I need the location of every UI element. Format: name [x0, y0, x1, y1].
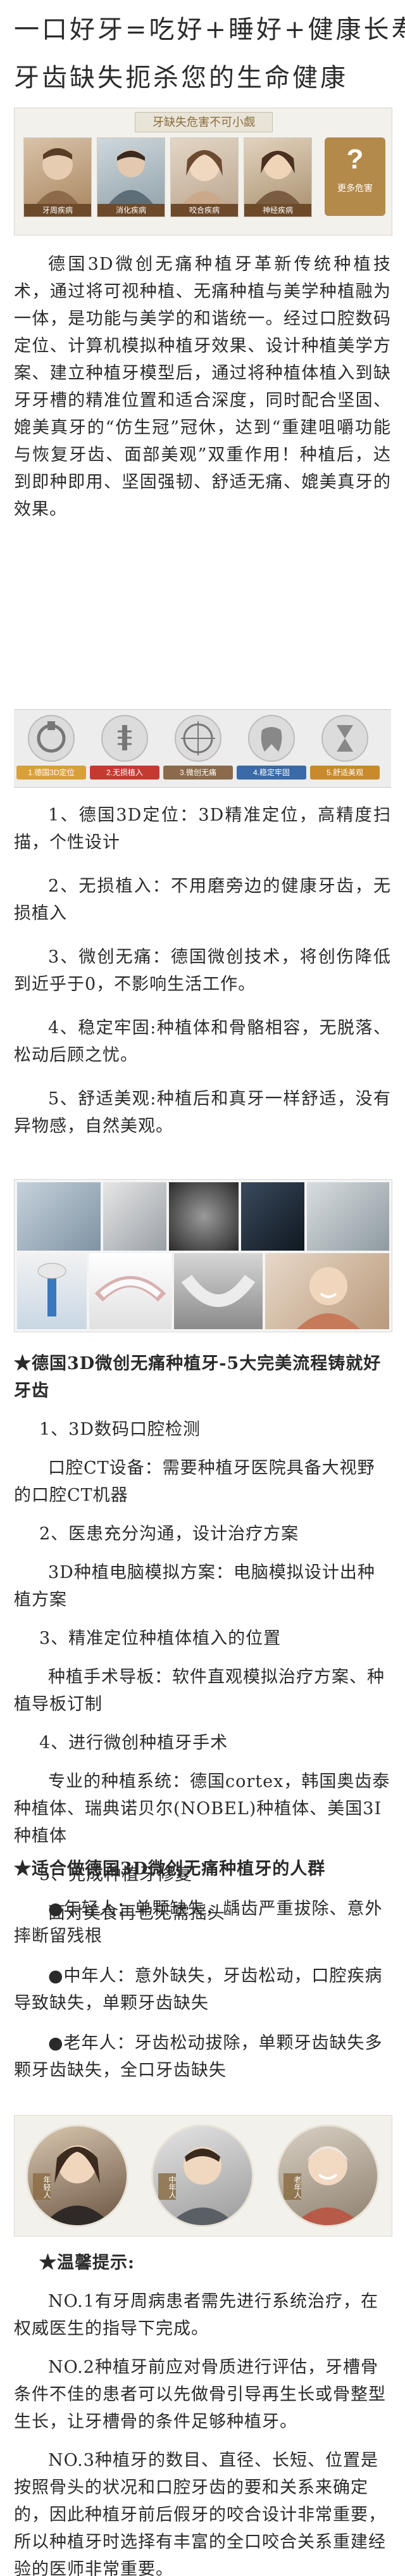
step-label: 4.稳定牢固 [237, 766, 306, 780]
tip-item: NO.2种植牙前应对骨质进行评估，牙槽骨条件不佳的患者可以先做骨引导再生长或骨整… [14, 2358, 386, 2432]
harm-banner: 牙缺失危害不可小觑 牙周疾病 消化疾病 咬合疾病 神经疾病 ? 更多危害 [14, 108, 392, 236]
feature-item: 3、微创无痛：德国微创技术，将创伤降低到近乎于0，不影响生活工作。 [14, 947, 391, 994]
crowd-section: ★适合做德国3D微创无痛种植牙的人群 ●年轻人：单颗缺失，龋齿严重拔除、意外摔断… [14, 1855, 391, 2084]
thumb-occlusion: 咬合疾病 [170, 137, 239, 217]
banner-title: 牙缺失危害不可小觑 [135, 112, 273, 132]
headline-2: 牙齿缺失扼杀您的生命健康 [14, 63, 348, 92]
thumb-periodontal: 牙周疾病 [23, 137, 92, 217]
feature-item: 2、无损植入：不用磨旁边的健康牙齿，无损植入 [14, 876, 391, 923]
photo-middle-aged-person: 中年人 [151, 2125, 254, 2227]
clinic-collage [14, 1179, 392, 1332]
process-step-body: 专业的种植系统：德国cortex，韩国奥齿泰种植体、瑞典诺贝尔(NOBEL)种植… [14, 1772, 390, 1846]
face-pain-icon [37, 148, 78, 204]
photo-implant-model [17, 1253, 87, 1329]
tips-title: ★温馨提示: [39, 2253, 135, 2273]
intro-text: 德国3D微创无痛种植牙革新传统种植技术，通过将可视种植、无痛种植与美学种植融为一… [14, 251, 391, 523]
photo-happy-patient [265, 1253, 389, 1329]
ct-scan-icon [28, 715, 75, 762]
photo-ct-machine [103, 1182, 166, 1251]
tag-young: 年轻人 [33, 2173, 51, 2200]
tag-middle-aged: 中年人 [158, 2173, 177, 2200]
feature-item: 1、德国3D定位：3D精准定位，高精度扫描，个性设计 [14, 805, 391, 852]
process-step-head: 1、3D数码口腔检测 [39, 1420, 201, 1439]
photo-teeth-model [89, 1253, 171, 1329]
person-icon [109, 149, 153, 204]
page: 一口好牙=吃好+睡好+健康长寿 牙齿缺失扼杀您的生命健康 牙缺失危害不可小觑 牙… [0, 0, 405, 2576]
more-harms-button[interactable]: ? 更多危害 [325, 137, 385, 216]
crowd-item: ●中年人：意外缺失，牙齿松动，口腔疾病导致缺失，单颗牙齿缺失 [14, 1966, 383, 2013]
tip-item: NO.3种植牙的数目、直径、长短、位置是按照骨头的状况和口腔牙齿的要和关系来确定… [14, 2451, 386, 2576]
feature-item: 4、稳定牢固:种植体和骨骼相容，无脱落、松动后顾之忧。 [14, 1018, 391, 1065]
process-step-head: 3、精准定位种植体植入的位置 [39, 1629, 282, 1648]
step-5: 5.舒适美观 [310, 715, 380, 785]
tips-section: ★温馨提示: NO.1有牙周病患者需先进行系统治疗，在权威医生的指导下完成。 N… [14, 2249, 391, 2576]
crowd-item: ●年轻人：单颗缺失，龋齿严重拔除、意外摔断留残根 [14, 1899, 383, 1946]
feature-list: 1、德国3D定位：3D精准定位，高精度扫描，个性设计 2、无损植入：不用磨旁边的… [14, 802, 391, 1140]
tooth-icon [248, 715, 295, 762]
process-step-body: 3D种植电脑模拟方案：电脑模拟设计出种植方案 [14, 1563, 375, 1610]
process-title: ★德国3D微创无痛种植牙-5大完美流程铸就好牙齿 [14, 1354, 382, 1401]
photo-xray [241, 1182, 304, 1251]
photo-jaw-model [174, 1253, 263, 1329]
thumb-caption: 牙周疾病 [24, 204, 91, 217]
question-icon: ? [346, 144, 364, 175]
person-icon [182, 150, 227, 204]
target-icon [175, 715, 221, 762]
crowd-title: ★适合做德国3D微创无痛种植牙的人群 [14, 1859, 326, 1879]
thumb-neural: 神经疾病 [244, 137, 312, 217]
process-section: ★德国3D微创无痛种植牙-5大完美流程铸就好牙齿 1、3D数码口腔检测 口腔CT… [14, 1350, 391, 1927]
people-strip: 年轻人 中年人 老年人 [14, 2115, 392, 2237]
hourglass-icon [321, 715, 368, 762]
process-step-head: 4、进行微创种植牙手术 [39, 1733, 228, 1753]
thumb-digestive: 消化疾病 [97, 137, 165, 217]
step-1: 1.德国3D定位 [16, 715, 86, 785]
crowd-item: ●老年人：牙齿松动拔除，单颗牙齿缺失多颗牙齿缺失，全口牙齿缺失 [14, 2033, 383, 2080]
tip-item: NO.1有牙周病患者需先进行系统治疗，在权威医生的指导下完成。 [14, 2292, 378, 2339]
step-label: 2.无损植入 [90, 766, 159, 780]
step-2: 2.无损植入 [90, 715, 159, 785]
thumb-caption: 咬合疾病 [171, 204, 238, 217]
process-step-body: 种植手术导板：软件直观模拟治疗方案、种植导板订制 [14, 1667, 385, 1714]
step-label: 1.德国3D定位 [16, 766, 86, 780]
feature-item: 5、舒适美观:种植后和真牙一样舒适，没有异物感，自然美观。 [14, 1089, 391, 1136]
implant-icon [101, 715, 148, 762]
step-label: 3.微创无痛 [163, 766, 233, 780]
photo-young-person: 年轻人 [26, 2125, 128, 2227]
photo-ct-scan [169, 1182, 239, 1251]
person-icon [256, 150, 300, 204]
process-step-body: 口腔CT设备：需要种植牙医院具备大视野的口腔CT机器 [14, 1458, 375, 1505]
tag-elderly: 老年人 [284, 2173, 302, 2200]
process-step-head: 2、医患充分沟通，设计治疗方案 [39, 1524, 299, 1544]
photo-doctor [17, 1182, 101, 1251]
photo-surgery [307, 1182, 389, 1251]
headline-1: 一口好牙=吃好+睡好+健康长寿 [14, 15, 405, 44]
thumb-caption: 神经疾病 [244, 204, 311, 217]
intro-paragraph: 德国3D微创无痛种植牙革新传统种植技术，通过将可视种植、无痛种植与美学种植融为一… [14, 255, 391, 519]
step-4: 4.稳定牢固 [237, 715, 306, 785]
thumb-caption: 消化疾病 [97, 204, 165, 217]
photo-elderly-person: 老年人 [277, 2125, 379, 2227]
step-3: 3.微创无痛 [163, 715, 233, 785]
steps-strip: 1.德国3D定位 2.无损植入 3.微创无痛 4.稳定牢固 5.舒适美观 [14, 709, 391, 788]
more-label: 更多危害 [337, 183, 373, 193]
step-label: 5.舒适美观 [310, 766, 380, 780]
